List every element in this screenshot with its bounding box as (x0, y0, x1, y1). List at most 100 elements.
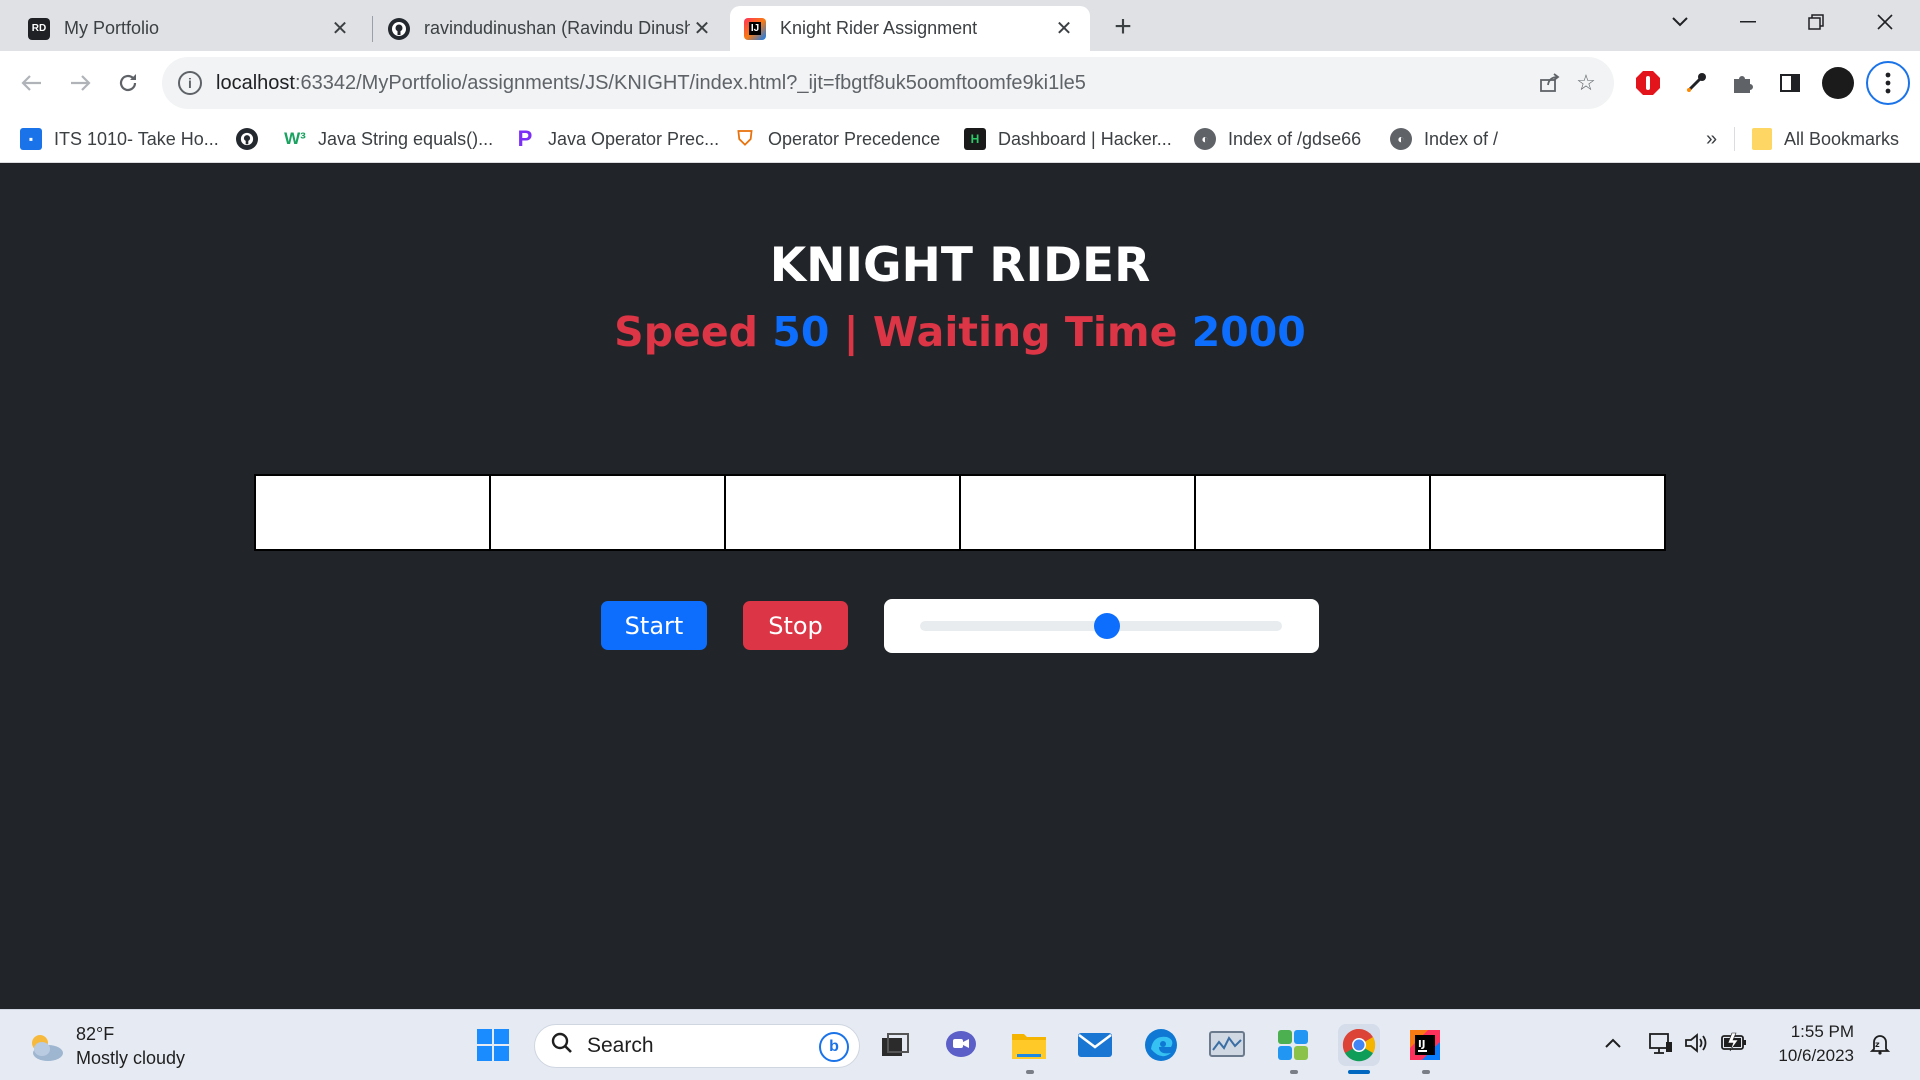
rd-favicon-icon: RD (28, 17, 50, 40)
close-window-button[interactable] (1855, 0, 1915, 44)
page-title: KNIGHT RIDER (769, 238, 1151, 293)
tab-github[interactable]: ravindudinushan (Ravindu Dinushan) ✕ (374, 6, 728, 51)
adblock-extension-icon[interactable] (1630, 65, 1666, 101)
bookmark-index-root[interactable]: ◐ Index of / (1390, 125, 1498, 153)
search-placeholder: Search (587, 1034, 654, 1057)
tab-my-portfolio[interactable]: RD My Portfolio ✕ (14, 6, 366, 51)
show-hidden-icons-chevron[interactable] (1604, 1032, 1622, 1055)
app-cluster-icon[interactable] (1272, 1024, 1314, 1066)
running-indicator (1290, 1070, 1298, 1074)
bookmarks-divider (1734, 127, 1735, 151)
windows-taskbar: 82°F Mostly cloudy Search b IJ 1:55 PM 1… (0, 1009, 1920, 1080)
address-bar[interactable]: i localhost:63342/MyPortfolio/assignment… (162, 57, 1614, 109)
bookmark-label: ITS 1010- Take Ho... (54, 128, 219, 149)
tab-knight-rider[interactable]: IJ Knight Rider Assignment ✕ (730, 6, 1090, 51)
globe-icon: ◐ (1194, 128, 1216, 150)
separator: | (843, 308, 859, 356)
restore-button[interactable] (1786, 0, 1846, 44)
bookmark-hackerrank[interactable]: H Dashboard | Hacker... (964, 125, 1172, 153)
teams-chat-icon[interactable] (940, 1024, 982, 1066)
running-indicator (1422, 1070, 1430, 1074)
stop-button[interactable]: Stop (743, 601, 848, 650)
temperature: 82°F (76, 1024, 115, 1044)
close-icon[interactable]: ✕ (690, 17, 714, 41)
all-bookmarks-label: All Bookmarks (1784, 128, 1900, 149)
running-indicator (1026, 1070, 1034, 1074)
speed-slider-thumb[interactable] (1094, 613, 1120, 639)
windows-start-icon[interactable] (472, 1024, 514, 1066)
weather-condition: Mostly cloudy (76, 1048, 186, 1068)
bing-icon[interactable]: b (819, 1032, 849, 1062)
reload-icon[interactable] (110, 65, 146, 101)
network-icon[interactable] (1648, 1032, 1674, 1062)
github-icon (388, 17, 410, 40)
bookmark-label: Index of /gdse66 (1228, 128, 1362, 149)
minimize-button[interactable] (1718, 0, 1778, 44)
search-icon (551, 1032, 573, 1061)
profile-avatar[interactable] (1820, 65, 1856, 101)
chrome-taskbar-icon[interactable] (1338, 1024, 1380, 1066)
bookmarks-overflow-button[interactable]: » (1706, 125, 1717, 153)
close-icon[interactable]: ✕ (1052, 17, 1076, 41)
programiz-icon: P (517, 126, 533, 151)
battery-charging-icon[interactable] (1720, 1032, 1748, 1058)
tab-search-chevron-icon[interactable] (1650, 0, 1710, 44)
bookmark-operator-precedence[interactable]: ⛉ Operator Precedence (734, 125, 941, 153)
bookmark-java-string-equals[interactable]: W³ Java String equals()... (284, 125, 493, 153)
bookmark-index-gdse66[interactable]: ◐ Index of /gdse66 (1194, 125, 1361, 153)
edge-browser-icon[interactable] (1140, 1024, 1182, 1066)
browser-toolbar: i localhost:63342/MyPortfolio/assignment… (0, 51, 1920, 115)
bookmark-label: Java Operator Prec... (548, 128, 720, 149)
folder-icon (1752, 128, 1772, 150)
intellij-taskbar-icon[interactable]: IJ (1404, 1024, 1446, 1066)
light-cell (726, 476, 959, 549)
knight-rider-lights (254, 474, 1666, 551)
forward-arrow-icon[interactable] (62, 65, 98, 101)
light-cell (1196, 476, 1429, 549)
weather-widget[interactable]: 82°F Mostly cloudy (26, 1022, 185, 1070)
volume-icon[interactable] (1684, 1032, 1708, 1060)
bookmark-label: Index of / (1424, 128, 1499, 149)
bookmark-its1010[interactable]: ▪ ITS 1010- Take Ho... (20, 125, 219, 153)
chrome-menu-icon[interactable] (1866, 61, 1910, 105)
bookmark-label: Java String equals()... (318, 128, 494, 149)
bookmark-star-icon[interactable]: ☆ (1572, 69, 1600, 97)
bookmark-label: Dashboard | Hacker... (998, 128, 1172, 149)
tab-title: ravindudinushan (Ravindu Dinushan) (424, 18, 690, 38)
tab-title: My Portfolio (64, 18, 160, 38)
start-button[interactable]: Start (601, 601, 707, 650)
site-info-icon[interactable]: i (178, 71, 202, 95)
clock-date: 10/6/2023 (1778, 1046, 1854, 1065)
new-tab-button[interactable]: + (1106, 10, 1140, 44)
shield-crest-icon: ⛉ (737, 127, 753, 150)
system-clock[interactable]: 1:55 PM 10/6/2023 (1764, 1020, 1854, 1068)
notification-bell-icon[interactable]: z (1868, 1032, 1892, 1062)
status-line: Speed 50 | Waiting Time 2000 (0, 308, 1920, 356)
close-icon[interactable]: ✕ (328, 17, 352, 41)
github-icon (236, 128, 258, 150)
speed-value: 50 (772, 308, 830, 356)
bookmark-java-operator-prec[interactable]: P Java Operator Prec... (514, 125, 719, 153)
task-view-icon[interactable] (874, 1024, 916, 1066)
taskbar-search[interactable]: Search b (534, 1024, 860, 1068)
performance-monitor-icon[interactable] (1206, 1024, 1248, 1066)
file-explorer-icon[interactable] (1008, 1024, 1050, 1066)
all-bookmarks-button[interactable]: All Bookmarks (1752, 125, 1899, 153)
extensions-puzzle-icon[interactable] (1724, 65, 1760, 101)
side-panel-icon[interactable] (1772, 65, 1808, 101)
tab-title: Knight Rider Assignment (780, 18, 978, 38)
bookmark-github[interactable] (236, 125, 258, 153)
classroom-icon: ▪ (20, 128, 42, 150)
light-cell (1431, 476, 1664, 549)
svg-text:IJ: IJ (1418, 1039, 1425, 1050)
speed-slider-container (884, 599, 1319, 653)
mail-icon[interactable] (1074, 1024, 1116, 1066)
share-icon[interactable] (1536, 69, 1564, 97)
page-content: KNIGHT RIDER Speed 50 | Waiting Time 200… (0, 164, 1920, 1009)
waiting-time-value: 2000 (1191, 308, 1306, 356)
browser-tab-strip: RD My Portfolio ✕ ravindudinushan (Ravin… (0, 0, 1920, 51)
bookmarks-bar: ▪ ITS 1010- Take Ho... W³ Java String eq… (0, 115, 1920, 163)
clock-time: 1:55 PM (1790, 1022, 1854, 1041)
back-arrow-icon[interactable] (14, 65, 50, 101)
color-picker-extension-icon[interactable] (1678, 65, 1714, 101)
